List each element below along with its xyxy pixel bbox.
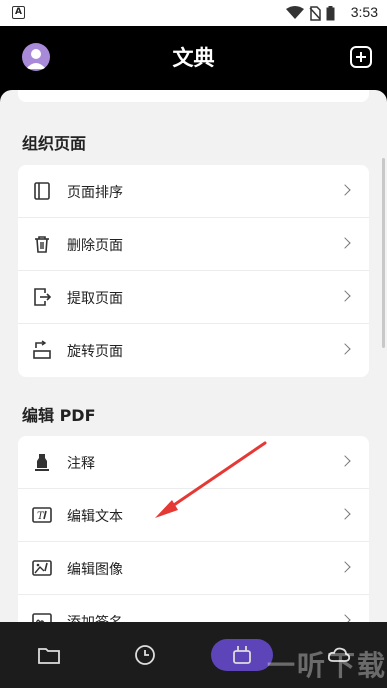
list-item-label: 旋转页面 — [67, 344, 123, 360]
list-item-extract-page[interactable]: 提取页面 — [18, 271, 369, 324]
list-item-label: 页面排序 — [67, 185, 123, 201]
list-item-label: 提取页面 — [67, 291, 123, 307]
history-icon — [135, 645, 155, 665]
folder-icon — [38, 648, 60, 664]
list-item-edit-text[interactable]: T 编辑文本 — [18, 489, 369, 542]
wifi-icon — [286, 6, 304, 19]
signature-icon — [32, 613, 52, 622]
watermark: 一听下载 — [266, 649, 387, 682]
list-item-label: 编辑图像 — [67, 562, 123, 578]
status-icons — [286, 5, 335, 21]
extract-page-icon — [34, 288, 52, 306]
rotate-page-icon — [33, 340, 51, 359]
chevron-right-icon — [339, 290, 351, 302]
app-header: 文典 — [0, 26, 387, 90]
edit-image-icon — [32, 560, 52, 576]
partial-card — [18, 90, 369, 102]
chevron-right-icon — [339, 614, 351, 622]
list-item-label: 删除页面 — [67, 238, 123, 254]
chevron-right-icon — [339, 508, 351, 520]
list-item-label: 添加签名 — [67, 612, 123, 622]
battery-icon — [326, 5, 335, 20]
svg-text:T: T — [37, 511, 45, 522]
scrollbar[interactable] — [382, 158, 385, 348]
nav-history[interactable] — [132, 642, 158, 668]
page-order-icon — [34, 182, 50, 200]
nav-files[interactable] — [36, 642, 62, 668]
page-title: 文典 — [172, 46, 215, 70]
list-item-page-order[interactable]: 页面排序 — [18, 165, 369, 218]
notification-icon: A — [12, 6, 25, 19]
section-title-organize: 组织页面 — [22, 134, 87, 153]
edit-text-icon: T — [32, 507, 52, 523]
list-item-delete-page[interactable]: 删除页面 — [18, 218, 369, 271]
list-item-label: 编辑文本 — [67, 509, 123, 525]
list-item-add-signature[interactable]: 添加签名 — [18, 595, 369, 622]
chevron-right-icon — [339, 455, 351, 467]
chevron-right-icon — [339, 343, 351, 355]
list-item-edit-image[interactable]: 编辑图像 — [18, 542, 369, 595]
trash-icon — [35, 236, 49, 253]
clock: 3:53 — [350, 4, 378, 20]
edit-pdf-card: 注释 T 编辑文本 编辑图像 添加签名 — [18, 436, 369, 622]
bottom-nav: 一听下载 — [0, 622, 387, 688]
highlighter-icon — [35, 454, 49, 471]
list-item-rotate-page[interactable]: 旋转页面 — [18, 324, 369, 377]
no-sim-icon — [309, 5, 321, 21]
list-item-label: 注释 — [67, 456, 95, 472]
status-bar: A 3:53 — [0, 0, 387, 26]
chevron-right-icon — [339, 184, 351, 196]
tools-icon — [233, 646, 251, 664]
tools-sheet[interactable]: 组织页面 页面排序 删除页面 提取页面 旋转页面 编辑 PDF 注释 T 编辑文… — [0, 90, 387, 622]
section-title-edit-pdf: 编辑 PDF — [22, 406, 96, 425]
add-button[interactable] — [350, 46, 372, 68]
list-item-annotate[interactable]: 注释 — [18, 436, 369, 489]
nav-tools[interactable] — [229, 642, 255, 668]
chevron-right-icon — [339, 237, 351, 249]
chevron-right-icon — [339, 561, 351, 573]
organize-pages-card: 页面排序 删除页面 提取页面 旋转页面 — [18, 165, 369, 377]
